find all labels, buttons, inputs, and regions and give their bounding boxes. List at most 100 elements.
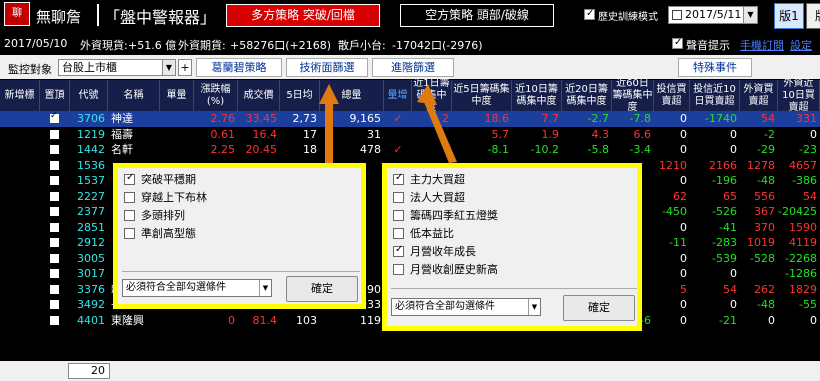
cell-c1: 2 bbox=[442, 112, 449, 125]
pin-checkbox[interactable] bbox=[50, 222, 59, 232]
pin-checkbox[interactable] bbox=[50, 253, 59, 263]
column-header[interactable]: 外資近10日買賣超 bbox=[778, 78, 820, 113]
column-header[interactable]: 5日均 bbox=[280, 80, 320, 111]
column-header[interactable]: 成交價 bbox=[238, 80, 280, 111]
filter-option[interactable]: 月營收創歷史新高 bbox=[393, 261, 498, 277]
cell-vol bbox=[160, 127, 194, 142]
pin-checkbox[interactable] bbox=[50, 315, 59, 325]
option-checkbox[interactable] bbox=[124, 172, 135, 185]
column-header[interactable]: 名稱 bbox=[108, 80, 160, 111]
option-checkbox[interactable] bbox=[393, 191, 404, 203]
match-mode-select[interactable]: 必須符合全部勾選條件 ▼ bbox=[122, 279, 272, 297]
filter-option[interactable]: 月營收年成長 bbox=[393, 243, 476, 259]
column-header[interactable]: 新增標 bbox=[0, 80, 40, 111]
tab-short-strategy[interactable]: 空方策略 頭部/破線 bbox=[400, 4, 554, 27]
cell-ma5: 2,73 bbox=[292, 112, 318, 125]
cell-chg: 0.61 bbox=[210, 127, 236, 141]
version1-button[interactable]: 版1 bbox=[774, 3, 804, 29]
pin-checkbox[interactable] bbox=[50, 207, 59, 216]
cell-fi10: 1829 bbox=[789, 282, 817, 296]
match-mode-select[interactable]: 必須符合全部勾選條件 ▼ bbox=[391, 298, 541, 316]
tab-long-strategy[interactable]: 多方策略 突破/回檔 bbox=[226, 4, 380, 27]
cell-it10: -1740 bbox=[705, 112, 737, 125]
history-mode-checkbox[interactable] bbox=[584, 8, 595, 20]
cell-code: 2851 bbox=[77, 220, 105, 234]
chevron-down-icon[interactable]: ▼ bbox=[162, 60, 175, 75]
option-checkbox[interactable] bbox=[124, 209, 135, 221]
popup-divider bbox=[391, 288, 637, 289]
cell-code: 1442 bbox=[77, 143, 105, 156]
confirm-button[interactable]: 確定 bbox=[563, 295, 635, 321]
date-picker[interactable]: 2017/5/11 ▼ bbox=[668, 6, 758, 24]
option-checkbox[interactable] bbox=[393, 244, 404, 257]
cell-it10: -21 bbox=[719, 313, 737, 327]
settings-link[interactable]: 設定 bbox=[790, 37, 812, 53]
advanced-filter-button[interactable]: 進階篩選 bbox=[372, 58, 454, 77]
date-checkbox[interactable] bbox=[672, 10, 682, 20]
column-header[interactable]: 近10日籌碼集中度 bbox=[512, 80, 562, 111]
column-header[interactable]: 外資買賣超 bbox=[740, 80, 778, 111]
option-checkbox[interactable] bbox=[393, 263, 404, 275]
info-date: 2017/05/10 bbox=[4, 37, 68, 50]
cell-fi: -528 bbox=[750, 251, 775, 265]
filter-option[interactable]: 主力大買超 bbox=[393, 171, 465, 187]
pin-checkbox[interactable] bbox=[50, 129, 59, 139]
column-header[interactable]: 置頂 bbox=[40, 80, 70, 111]
special-events-button[interactable]: 特殊事件 bbox=[678, 58, 752, 77]
table-row[interactable]: 1219 福壽 0.61 16.4 17 31 5.7 1.9 4.3 6.6 0 0 -2 0 bbox=[0, 127, 820, 143]
pin-checkbox[interactable] bbox=[50, 300, 59, 309]
pin-checkbox[interactable] bbox=[50, 111, 59, 123]
mobile-subscribe-link[interactable]: 手機訂閱 bbox=[740, 37, 784, 53]
cell-it10: -539 bbox=[712, 251, 737, 265]
pin-checkbox[interactable] bbox=[50, 238, 59, 247]
cell-fi: 262 bbox=[754, 282, 775, 296]
advanced-filter-popup: 必須符合全部勾選條件 ▼ 確定 主力大買超法人大買超籌碼四季紅五燈獎低本益比月營… bbox=[382, 163, 642, 331]
technical-filter-button[interactable]: 技術面篩選 bbox=[286, 58, 368, 77]
pin-checkbox[interactable] bbox=[50, 176, 59, 185]
column-header[interactable]: 近20日籌碼集中度 bbox=[562, 80, 612, 111]
option-checkbox[interactable] bbox=[393, 172, 404, 185]
option-checkbox[interactable] bbox=[393, 209, 404, 221]
filter-option[interactable]: 法人大買超 bbox=[393, 189, 465, 205]
table-row[interactable]: 1442 名軒 2.25 20.45 18 478 ✓ -8.1 -10.2 -5.8 -3.4 0 0… bbox=[0, 142, 820, 158]
option-checkbox[interactable] bbox=[393, 227, 404, 239]
column-header[interactable]: 投信買賣超 bbox=[654, 80, 690, 111]
add-button[interactable]: + bbox=[178, 59, 192, 76]
pin-checkbox[interactable] bbox=[50, 284, 59, 294]
filter-option[interactable]: 穿越上下布林 bbox=[124, 189, 207, 205]
foreign-spot-label: 外資現貨: bbox=[80, 39, 128, 52]
market-select[interactable]: 台股上市櫃 ▼ bbox=[58, 59, 176, 76]
column-header[interactable]: 投信近10日買賣超 bbox=[690, 80, 740, 111]
filter-option[interactable]: 準創高型態 bbox=[124, 225, 196, 241]
pin-checkbox[interactable] bbox=[50, 269, 59, 278]
column-header[interactable]: 漲跌幅(%) bbox=[194, 80, 238, 111]
filter-option[interactable]: 多頭排列 bbox=[124, 207, 185, 223]
foreign-futures-value: +58276口(+2168) bbox=[230, 39, 332, 52]
column-header[interactable]: 近60日籌碼集中度 bbox=[612, 78, 654, 113]
option-checkbox[interactable] bbox=[124, 227, 135, 239]
cell-fi: 370 bbox=[754, 220, 775, 234]
column-header[interactable]: 總量 bbox=[320, 80, 384, 111]
filter-option[interactable]: 籌碼四季紅五燈獎 bbox=[393, 207, 498, 223]
option-checkbox[interactable] bbox=[124, 191, 135, 203]
sound-alert-checkbox[interactable] bbox=[672, 37, 683, 49]
pin-checkbox[interactable] bbox=[50, 145, 59, 154]
foreign-spot-value: +51.6 億 bbox=[128, 39, 177, 52]
version2-button[interactable]: 版 bbox=[806, 3, 820, 29]
chevron-down-icon[interactable]: ▼ bbox=[259, 280, 271, 296]
filter-option[interactable]: 低本益比 bbox=[393, 225, 454, 241]
pin-checkbox[interactable] bbox=[50, 160, 59, 170]
pin-checkbox[interactable] bbox=[50, 191, 59, 201]
filter-option[interactable]: 突破平穩期 bbox=[124, 171, 196, 187]
column-header[interactable]: 代號 bbox=[70, 80, 108, 111]
column-header[interactable]: 近1日籌碼集中度 bbox=[412, 78, 452, 113]
column-header[interactable]: 單量 bbox=[160, 80, 194, 111]
column-header[interactable]: 量增 bbox=[384, 80, 412, 111]
table-row[interactable]: 3706 神達 2.76 33.45 2,73 9,165 ✓ 2 18.6 7.7 -2.7 -7.… bbox=[0, 111, 820, 127]
granville-strategy-button[interactable]: 葛蘭碧策略 bbox=[196, 58, 282, 77]
confirm-button[interactable]: 確定 bbox=[286, 276, 358, 302]
chevron-down-icon[interactable]: ▼ bbox=[528, 299, 540, 315]
column-header[interactable]: 近5日籌碼集中度 bbox=[452, 80, 512, 111]
cell-c5: 5.7 bbox=[491, 127, 510, 141]
chevron-down-icon[interactable]: ▼ bbox=[743, 7, 757, 23]
